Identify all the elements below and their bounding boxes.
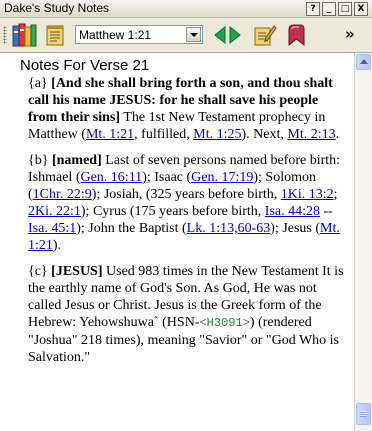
vertical-scrollbar[interactable] (354, 53, 372, 431)
note-marker: {c} (28, 264, 48, 279)
edit-notes-icon[interactable] (253, 23, 277, 47)
verse-select[interactable]: Matthew 1:21 (75, 25, 203, 44)
note-c: {c} [JESUS] Used 983 times in the New Te… (28, 263, 346, 366)
minimize-button[interactable]: _ (322, 2, 336, 16)
scripture-link[interactable]: 1Ki. 13:2 (281, 187, 334, 202)
toolbar: Matthew 1:21 » (0, 18, 372, 53)
note-text: ). (52, 238, 62, 253)
note-text: ); John the Baptist ( (76, 221, 187, 236)
scripture-link[interactable]: Isa. 45:1 (28, 221, 76, 236)
strongs-reference[interactable]: <H3091> (199, 316, 249, 330)
close-button[interactable]: X (354, 2, 368, 16)
note-a: {a} [And she shall bring forth a son, an… (28, 75, 346, 143)
note-marker: {b} (28, 153, 49, 168)
note-text: -- (320, 204, 333, 219)
note-text: ; (333, 187, 338, 202)
scripture-link[interactable]: Gen. 17:19 (191, 170, 253, 185)
verse-select-value: Matthew 1:21 (79, 28, 152, 42)
note-text: ); Jesus ( (270, 221, 321, 236)
page-title: Notes For Verse 21 (20, 57, 150, 74)
next-arrow-icon[interactable] (229, 25, 241, 45)
toolbar-grip-icon[interactable] (3, 26, 7, 44)
scripture-link[interactable]: Isa. 44:28 (265, 204, 320, 219)
note-marker: {a} (28, 76, 48, 91)
note-text: . (335, 127, 340, 142)
more-chevron-icon[interactable]: » (345, 25, 355, 43)
previous-arrow-icon[interactable] (214, 25, 226, 45)
help-button[interactable]: ? (306, 2, 320, 16)
maximize-button[interactable]: □ (338, 2, 352, 16)
note-text: ). Next, (241, 127, 288, 142)
note-b: {b} [named] Last of seven persons named … (28, 152, 346, 254)
scripture-link[interactable]: 2Ki. 22:1 (28, 204, 81, 219)
note-text: ); Cyrus (175 years before birth, (80, 204, 265, 219)
title-bar[interactable]: Dake's Study Notes ? _ □ X (0, 0, 372, 18)
scripture-link[interactable]: 1Chr. 22:9 (33, 187, 92, 202)
chevron-down-icon[interactable] (186, 27, 201, 42)
note-keyword: [named] (51, 153, 102, 168)
scripture-link[interactable]: Mt. 2:13 (287, 127, 335, 142)
scroll-up-arrow-icon[interactable] (356, 54, 371, 70)
scripture-link[interactable]: Gen. 16:11 (80, 170, 142, 185)
books-icon[interactable] (12, 23, 38, 47)
notepad-icon[interactable] (45, 24, 67, 46)
scripture-link[interactable]: Mt. 1:21 (86, 127, 134, 142)
note-text: ); Josiah, (325 years before birth, (91, 187, 281, 202)
note-text: , fulfilled, (134, 127, 194, 142)
note-text: ); Isaac ( (142, 170, 192, 185)
scrollbar-thumb[interactable] (356, 403, 371, 425)
note-keyword: [JESUS] (51, 264, 103, 279)
scripture-link[interactable]: Lk. 1:13,60-63 (187, 221, 271, 236)
scripture-link[interactable]: Mt. 1:25 (193, 127, 241, 142)
notes-panel: Notes For Verse 21 {a} [And she shall br… (0, 53, 354, 431)
window-title: Dake's Study Notes (4, 1, 110, 15)
bookmark-icon[interactable] (285, 23, 307, 47)
